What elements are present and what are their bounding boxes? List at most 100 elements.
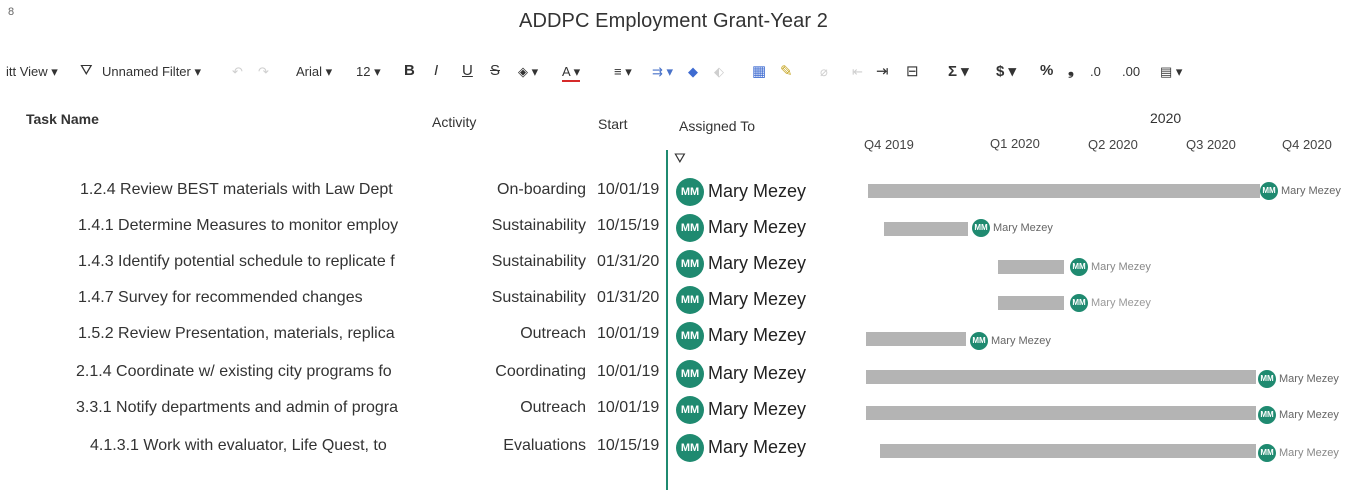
bold-button[interactable]: B: [404, 62, 415, 79]
assigned-to-cell[interactable]: MM Mary Mezey: [676, 360, 806, 388]
strikethrough-button[interactable]: S: [490, 62, 500, 79]
assigned-to-cell[interactable]: MM Mary Mezey: [676, 286, 806, 314]
font-size-dropdown[interactable]: 12 ▾: [356, 64, 381, 80]
wrap-text-icon[interactable]: ⇉ ▾: [652, 64, 673, 80]
task-name-cell[interactable]: 1.4.3 Identify potential schedule to rep…: [78, 253, 423, 271]
avatar: MM: [1258, 406, 1276, 424]
gantt-bar-label: MM Mary Mezey: [1260, 182, 1341, 200]
start-date-cell[interactable]: 10/01/19: [597, 325, 659, 343]
column-header-start[interactable]: Start: [598, 116, 628, 132]
table-row[interactable]: 2.1.4 Coordinate w/ existing city progra…: [0, 360, 1347, 396]
indent-icon[interactable]: ⇤: [852, 64, 863, 80]
highlight-icon[interactable]: ✎: [780, 62, 793, 80]
filter-dropdown[interactable]: Unnamed Filter ▾: [102, 64, 201, 80]
activity-cell[interactable]: Coordinating: [495, 363, 586, 381]
start-date-cell[interactable]: 01/31/20: [597, 253, 659, 271]
assignee-name: Mary Mezey: [708, 362, 807, 383]
activity-cell[interactable]: Outreach: [520, 399, 586, 417]
gantt-bar[interactable]: [884, 222, 968, 236]
start-date-cell[interactable]: 10/01/19: [597, 399, 659, 417]
percent-button[interactable]: %: [1040, 62, 1053, 79]
assigned-to-cell[interactable]: MM Mary Mezey: [676, 250, 806, 278]
paint-format-icon[interactable]: ⬖: [714, 64, 724, 80]
table-row[interactable]: 1.4.1 Determine Measures to monitor empl…: [0, 214, 1347, 250]
assigned-to-cell[interactable]: MM Mary Mezey: [676, 396, 806, 424]
table-row[interactable]: 3.3.1 Notify departments and admin of pr…: [0, 396, 1347, 432]
assigned-to-cell[interactable]: MM Mary Mezey: [676, 178, 806, 206]
task-name-cell[interactable]: 2.1.4 Coordinate w/ existing city progra…: [76, 363, 421, 381]
task-name-cell[interactable]: 4.1.3.1 Work with evaluator, Life Quest,…: [90, 437, 435, 455]
comma-button[interactable]: ❟: [1068, 62, 1074, 79]
gantt-bar-label: MM Mary Mezey: [1258, 406, 1339, 424]
activity-cell[interactable]: Sustainability: [492, 289, 586, 307]
undo-icon[interactable]: ↶: [232, 64, 243, 80]
activity-cell[interactable]: On-boarding: [497, 181, 586, 199]
timeline-quarter: Q1 2020: [990, 136, 1040, 151]
column-header-activity[interactable]: Activity: [432, 114, 476, 130]
align-icon[interactable]: ≡ ▾: [614, 64, 632, 80]
funnel-icon[interactable]: ⛛: [80, 62, 93, 79]
task-name-cell[interactable]: 1.2.4 Review BEST materials with Law Dep…: [80, 181, 425, 199]
gantt-bar[interactable]: [868, 184, 1260, 198]
activity-cell[interactable]: Sustainability: [492, 217, 586, 235]
link-icon[interactable]: ⌀: [820, 64, 828, 80]
start-date-cell[interactable]: 10/01/19: [597, 181, 659, 199]
column-header-task[interactable]: Task Name: [26, 111, 99, 127]
assigned-to-cell[interactable]: MM Mary Mezey: [676, 214, 806, 242]
avatar: MM: [676, 286, 704, 314]
activity-cell[interactable]: Evaluations: [503, 437, 586, 455]
format-dropdown[interactable]: ▤ ▾: [1160, 64, 1182, 80]
eraser-icon[interactable]: ◆: [688, 64, 698, 80]
task-name-cell[interactable]: 1.4.1 Determine Measures to monitor empl…: [78, 217, 423, 235]
avatar: MM: [676, 360, 704, 388]
table-row[interactable]: 1.2.4 Review BEST materials with Law Dep…: [0, 178, 1347, 214]
outdent-icon[interactable]: ⇥: [876, 62, 889, 80]
column-filter-icon[interactable]: ⛛: [674, 150, 686, 167]
italic-button[interactable]: I: [434, 62, 438, 79]
gantt-icon[interactable]: ⊟: [906, 62, 919, 80]
table-row[interactable]: 1.4.3 Identify potential schedule to rep…: [0, 250, 1347, 286]
task-name-cell[interactable]: 1.5.2 Review Presentation, materials, re…: [78, 325, 423, 343]
sum-dropdown[interactable]: Σ ▾: [948, 62, 969, 80]
currency-dropdown[interactable]: $ ▾: [996, 62, 1016, 80]
view-dropdown[interactable]: itt View ▾: [6, 64, 58, 80]
gantt-bar[interactable]: [866, 332, 966, 346]
gantt-bar[interactable]: [998, 260, 1064, 274]
gantt-bar[interactable]: [866, 406, 1256, 420]
task-name-cell[interactable]: 1.4.7 Survey for recommended changes: [78, 289, 423, 307]
start-date-cell[interactable]: 01/31/20: [597, 289, 659, 307]
gantt-bar[interactable]: [866, 370, 1256, 384]
avatar: MM: [1258, 370, 1276, 388]
avatar: MM: [970, 332, 988, 350]
text-color-icon[interactable]: A ▾: [562, 64, 581, 82]
assignee-name: Mary Mezey: [708, 180, 807, 201]
underline-button[interactable]: U: [462, 62, 473, 79]
start-date-cell[interactable]: 10/01/19: [597, 363, 659, 381]
table-row[interactable]: 1.4.7 Survey for recommended changes Sus…: [0, 286, 1347, 322]
avatar: MM: [1258, 444, 1276, 462]
timeline-quarter: Q2 2020: [1088, 137, 1138, 152]
fill-color-icon[interactable]: ◈ ▾: [518, 64, 538, 80]
avatar: MM: [676, 396, 704, 424]
table-row[interactable]: 1.5.2 Review Presentation, materials, re…: [0, 322, 1347, 358]
gantt-bar-label: MM Mary Mezey: [1070, 294, 1151, 312]
assigned-to-cell[interactable]: MM Mary Mezey: [676, 434, 806, 462]
gantt-bar[interactable]: [998, 296, 1064, 310]
activity-cell[interactable]: Outreach: [520, 325, 586, 343]
avatar: MM: [676, 214, 704, 242]
assigned-to-cell[interactable]: MM Mary Mezey: [676, 322, 806, 350]
avatar: MM: [1070, 294, 1088, 312]
start-date-cell[interactable]: 10/15/19: [597, 217, 659, 235]
column-header-assigned[interactable]: Assigned To: [679, 118, 755, 134]
start-date-cell[interactable]: 10/15/19: [597, 437, 659, 455]
gantt-bar[interactable]: [880, 444, 1256, 458]
redo-icon[interactable]: ↷: [258, 64, 269, 80]
decrease-decimal-button[interactable]: .0: [1090, 64, 1101, 79]
table-row[interactable]: 4.1.3.1 Work with evaluator, Life Quest,…: [0, 434, 1347, 470]
task-name-cell[interactable]: 3.3.1 Notify departments and admin of pr…: [76, 399, 421, 417]
table-icon[interactable]: ▦: [752, 62, 766, 80]
gantt-bar-label: MM Mary Mezey: [1258, 444, 1339, 462]
font-family-dropdown[interactable]: Arial ▾: [296, 64, 332, 80]
activity-cell[interactable]: Sustainability: [492, 253, 586, 271]
increase-decimal-button[interactable]: .00: [1122, 64, 1140, 79]
